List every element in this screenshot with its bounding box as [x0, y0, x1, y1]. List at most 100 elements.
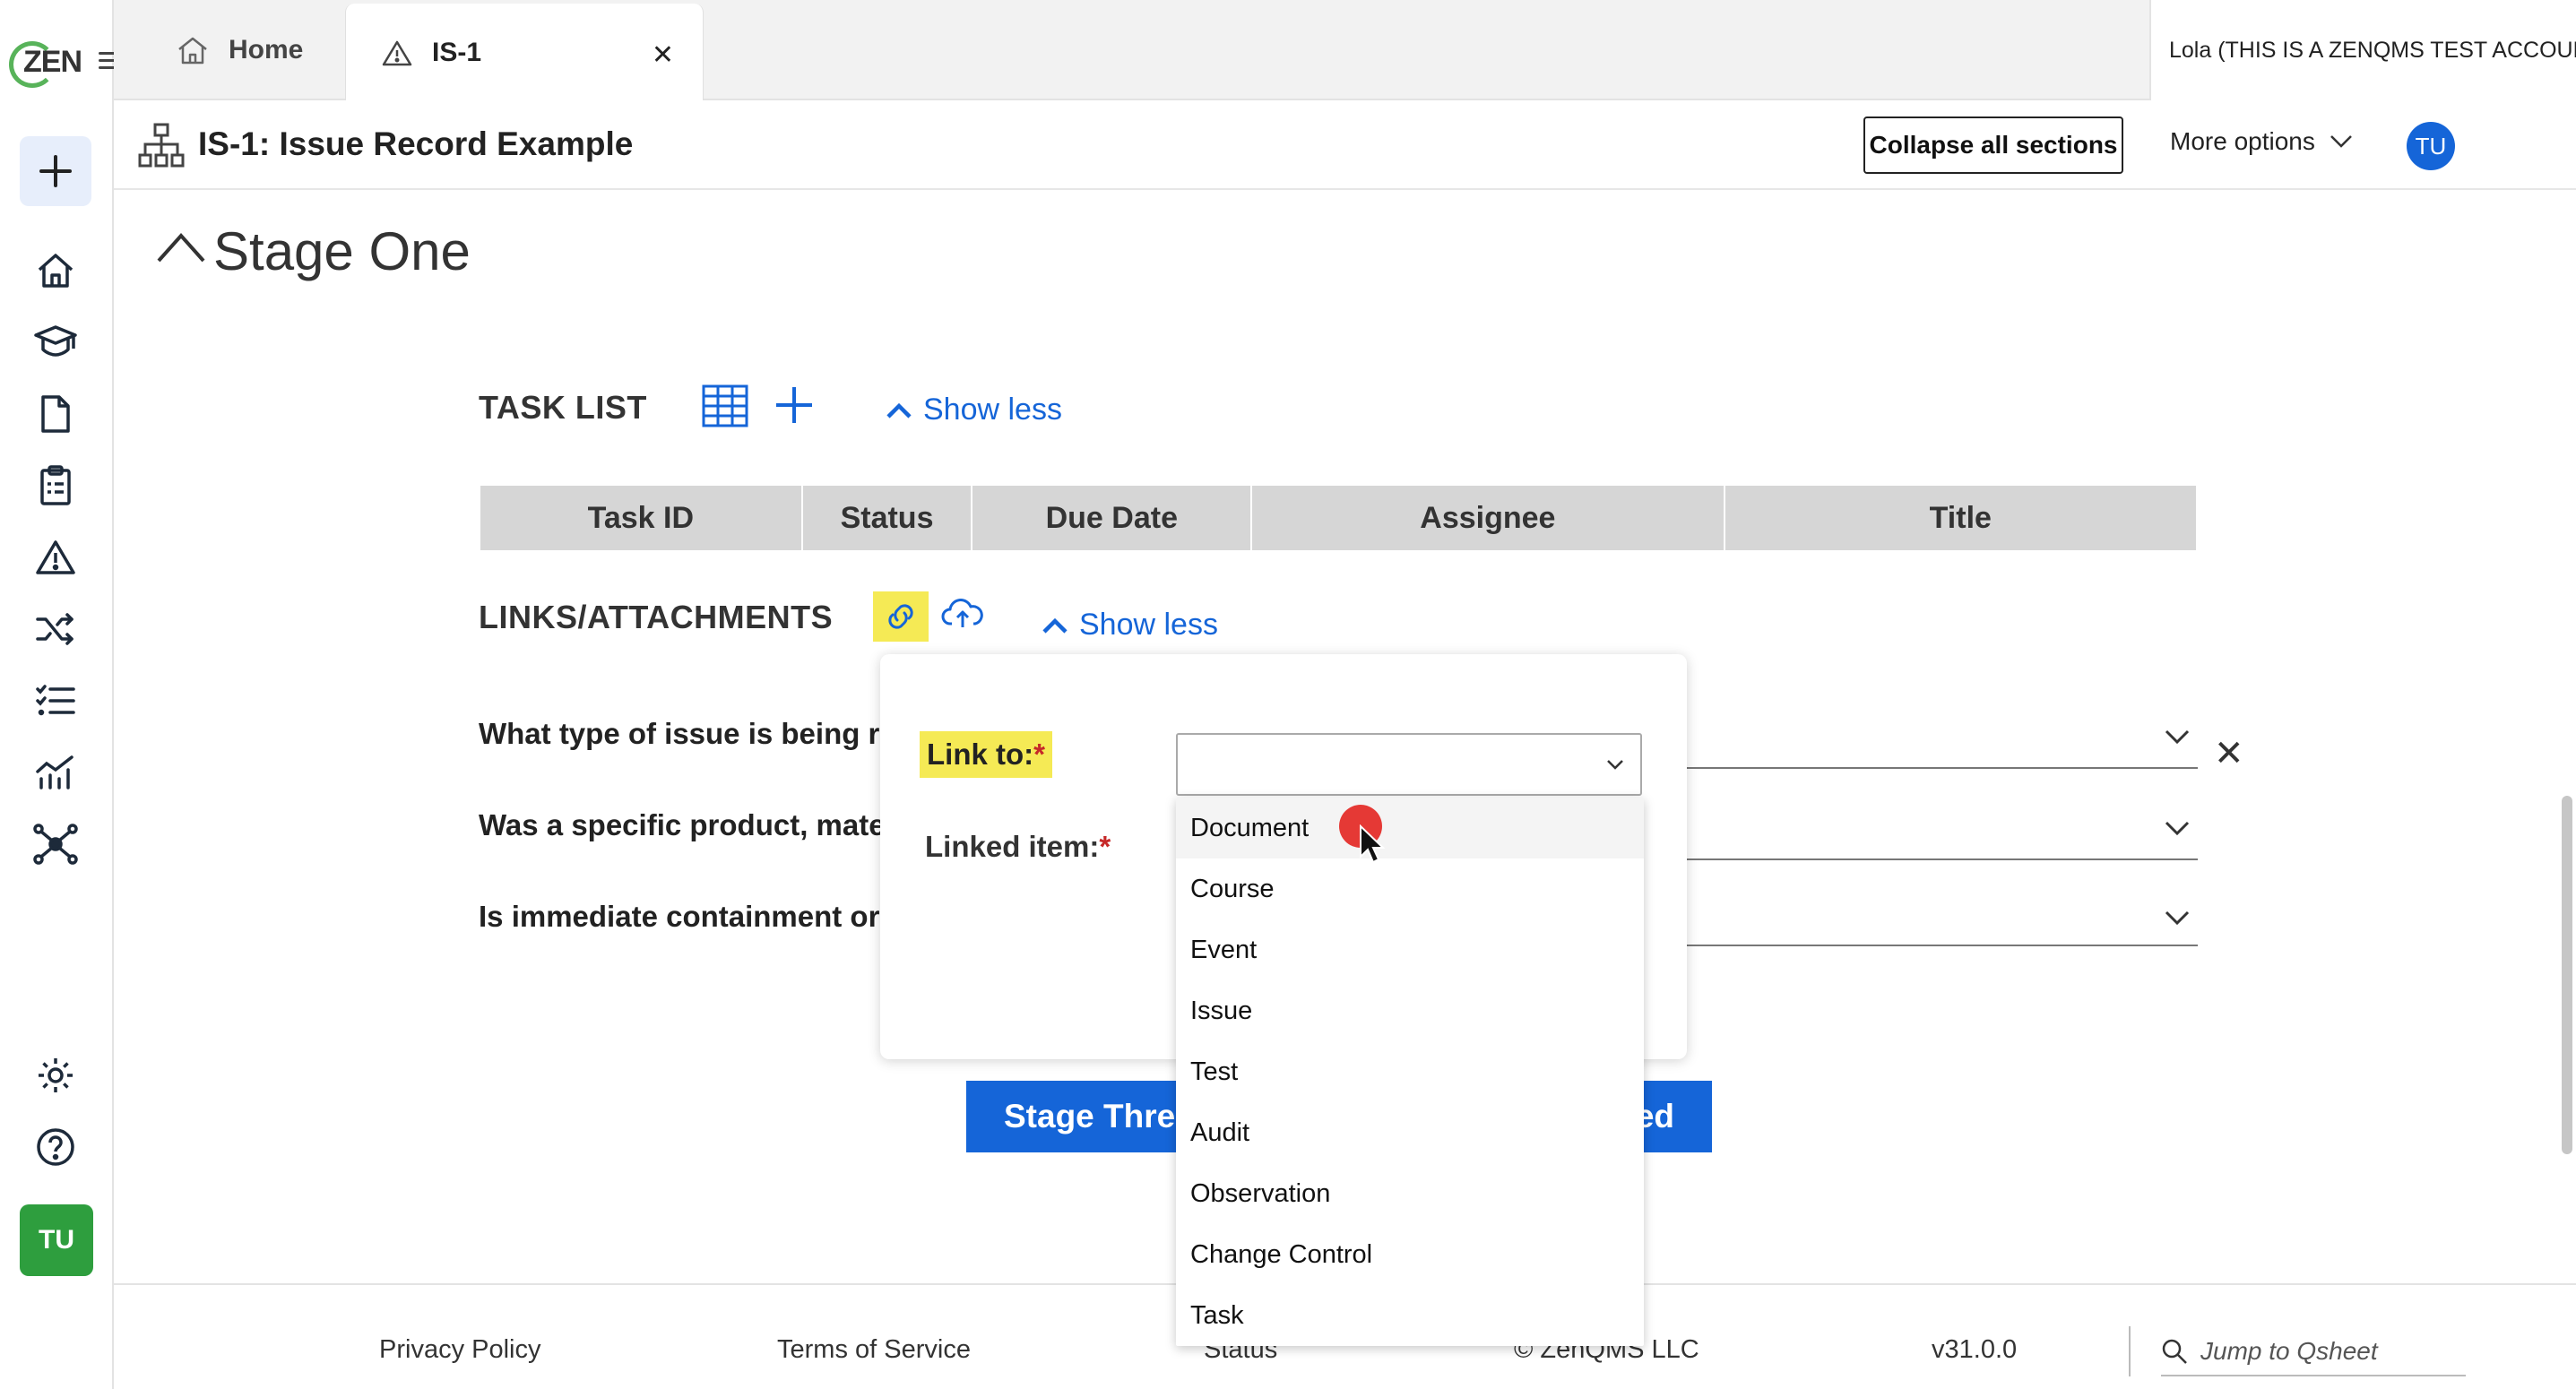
gear-icon: [39, 1058, 73, 1092]
user-avatar[interactable]: TU: [20, 1204, 93, 1276]
nav-tasks[interactable]: [30, 676, 81, 726]
task-list-show-less[interactable]: Show less: [886, 393, 1062, 427]
chevron-down-icon[interactable]: [2164, 819, 2191, 837]
page-scrollbar[interactable]: [2562, 796, 2572, 1154]
more-options-menu[interactable]: More options: [2170, 127, 2353, 156]
question-specific-product: Was a specific product, materi: [479, 808, 905, 841]
question-issue-type-underline: [1685, 767, 2198, 769]
nav-reports[interactable]: [30, 747, 81, 798]
question-containment: Is immediate containment or c: [479, 900, 904, 933]
zen-logo[interactable]: ZEN: [9, 36, 82, 90]
links-show-less[interactable]: Show less: [1042, 608, 1218, 643]
tab-strip: Home IS-1 ✕ Lola (THIS IS A ZENQMS TEST …: [114, 0, 2576, 102]
left-rail: ZEN TU: [0, 0, 118, 1389]
terms-of-service-link[interactable]: Terms of Service: [777, 1335, 971, 1365]
mouse-cursor-icon: [1360, 824, 1386, 864]
question-containment-underline: [1685, 945, 2198, 946]
linked-item-label-text: Linked item:: [925, 830, 1100, 863]
chart-icon: [36, 755, 73, 789]
option-test[interactable]: Test: [1176, 1041, 1644, 1102]
shuffle-icon: [36, 613, 73, 645]
collapse-all-sections-button[interactable]: Collapse all sections: [1863, 116, 2123, 174]
column-assignee[interactable]: Assignee: [1250, 484, 1725, 552]
network-icon: [33, 824, 78, 865]
privacy-policy-link[interactable]: Privacy Policy: [379, 1335, 541, 1365]
column-status[interactable]: Status: [800, 484, 973, 552]
question-issue-type: What type of issue is being rep: [479, 717, 914, 750]
option-event[interactable]: Event: [1176, 919, 1644, 980]
more-options-label: More options: [2170, 127, 2315, 155]
nav-home[interactable]: [30, 246, 81, 296]
record-header: IS-1: Issue Record Example Collapse all …: [114, 100, 2576, 190]
cloud-upload-icon[interactable]: [941, 595, 984, 631]
chevron-up-icon: [1042, 617, 1068, 634]
table-grid-icon[interactable]: [701, 384, 749, 428]
plus-icon: [39, 155, 72, 187]
footer-separator: [2129, 1326, 2131, 1376]
add-link-button[interactable]: [873, 591, 929, 642]
clipboard-icon: [40, 465, 71, 505]
tab-is-1[interactable]: IS-1 ✕: [345, 4, 704, 102]
home-icon: [38, 254, 73, 288]
link-to-label: Link to: *: [920, 731, 1052, 778]
checklist-icon: [36, 685, 75, 716]
nav-network[interactable]: [30, 819, 81, 869]
jump-placeholder: Jump to Qsheet: [2200, 1337, 2378, 1365]
search-icon: [2162, 1339, 2187, 1364]
show-less-label: Show less: [923, 393, 1062, 427]
required-asterisk: *: [1033, 738, 1045, 771]
links-attachments-title: LINKS/ATTACHMENTS: [479, 599, 834, 635]
link-to-options-list: Document Course Event Issue Test Audit O…: [1176, 798, 1644, 1346]
add-task-plus-icon[interactable]: [773, 384, 816, 427]
chevron-up-icon: [886, 402, 912, 418]
nav-documents[interactable]: [30, 389, 81, 439]
header-avatar[interactable]: TU: [2407, 122, 2455, 170]
option-audit[interactable]: Audit: [1176, 1102, 1644, 1163]
nav-checklists[interactable]: [30, 461, 81, 511]
link-icon: [888, 604, 913, 629]
link-to-label-text: Link to:: [927, 738, 1034, 771]
chevron-down-icon[interactable]: [2164, 909, 2191, 927]
chevron-down-icon: [1607, 760, 1623, 770]
question-specific-product-underline: [1685, 858, 2198, 860]
account-name[interactable]: Lola (THIS IS A ZENQMS TEST ACCOUNT): [2149, 0, 2576, 100]
logo-text: ZEN: [23, 45, 82, 79]
jump-to-qsheet-input[interactable]: Jump to Qsheet: [2161, 1328, 2466, 1376]
hierarchy-icon: [138, 123, 185, 168]
tab-home-label: Home: [229, 35, 304, 65]
column-title[interactable]: Title: [1723, 484, 2199, 552]
warning-icon: [382, 40, 412, 66]
task-table-header-row: Task ID Status Due Date Assignee Title: [479, 484, 2199, 552]
stage-title[interactable]: Stage One: [213, 220, 471, 282]
link-to-select[interactable]: [1176, 733, 1642, 796]
chevron-up-icon[interactable]: [156, 231, 206, 263]
nav-help[interactable]: [30, 1122, 81, 1172]
task-list-title: TASK LIST: [479, 389, 647, 426]
version-text: v31.0.0: [1932, 1335, 2018, 1364]
nav-issues[interactable]: [30, 532, 81, 582]
chevron-down-icon: [2330, 135, 2352, 148]
clear-answer-icon[interactable]: ✕: [2214, 733, 2244, 774]
home-icon: [178, 37, 207, 65]
required-asterisk: *: [1099, 830, 1111, 863]
chevron-down-icon[interactable]: [2164, 728, 2191, 746]
show-less-label: Show less: [1079, 608, 1218, 642]
record-title: IS-1: Issue Record Example: [198, 125, 634, 162]
option-change-control[interactable]: Change Control: [1176, 1224, 1644, 1285]
app-root: ZEN TU Home IS-1 ✕ Lola (THIS IS A ZENQM…: [0, 0, 2576, 1389]
nav-settings[interactable]: [30, 1050, 81, 1100]
option-course[interactable]: Course: [1176, 858, 1644, 919]
tab-is-1-label: IS-1: [432, 38, 482, 67]
option-observation[interactable]: Observation: [1176, 1163, 1644, 1224]
option-document[interactable]: Document: [1176, 798, 1644, 858]
nav-change-control[interactable]: [30, 604, 81, 654]
option-issue[interactable]: Issue: [1176, 980, 1644, 1041]
column-task-id[interactable]: Task ID: [479, 484, 803, 552]
create-new-button[interactable]: [20, 136, 91, 206]
close-tab-icon[interactable]: ✕: [652, 39, 674, 71]
option-task[interactable]: Task: [1176, 1285, 1644, 1346]
task-table: Task ID Status Due Date Assignee Title: [479, 484, 2199, 552]
help-icon: [37, 1128, 74, 1166]
column-due-date[interactable]: Due Date: [971, 484, 1253, 552]
nav-training[interactable]: [30, 317, 81, 367]
